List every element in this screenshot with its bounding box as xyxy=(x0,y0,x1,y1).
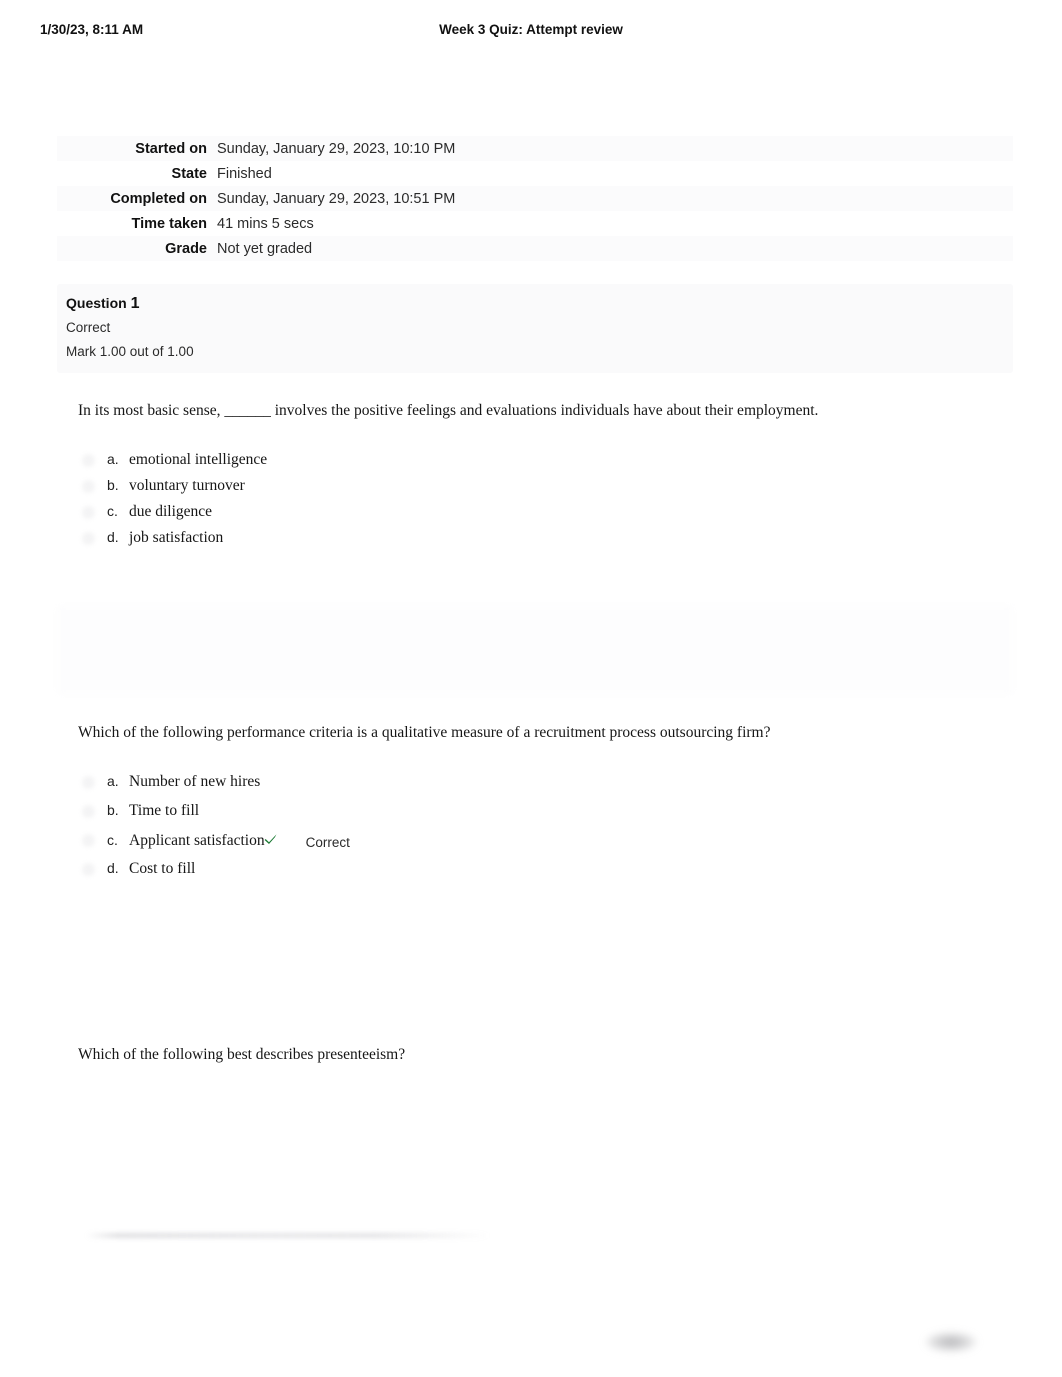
option-label: Number of new hires xyxy=(129,773,261,790)
option-letter: b. xyxy=(107,802,119,818)
option-letter: d. xyxy=(107,529,119,545)
option-letter: a. xyxy=(107,451,119,467)
question-1-option-b[interactable]: b. voluntary turnover xyxy=(78,477,978,503)
question-1-info-card: Question 1 Correct Mark 1.00 out of 1.00 xyxy=(57,284,1013,373)
question-1-option-a[interactable]: a. emotional intelligence xyxy=(78,451,978,477)
radio-button-icon[interactable] xyxy=(82,532,95,545)
option-label: emotional intelligence xyxy=(129,451,268,468)
question-1-label: Question xyxy=(66,295,127,311)
question-2-options: a. Number of new hires b. Time to fill c… xyxy=(78,773,978,889)
summary-label-completed-on: Completed on xyxy=(110,190,207,207)
question-1-option-d[interactable]: d. job satisfaction xyxy=(78,529,978,555)
table-row: Completed on Sunday, January 29, 2023, 1… xyxy=(57,186,1013,211)
radio-button-icon[interactable] xyxy=(82,805,95,818)
summary-value-time-taken: 41 mins 5 secs xyxy=(217,215,314,232)
summary-value-state: Finished xyxy=(217,165,272,182)
print-header: 1/30/23, 8:11 AM Week 3 Quiz: Attempt re… xyxy=(0,22,1062,44)
radio-button-icon[interactable] xyxy=(82,506,95,519)
question-2-stem: Which of the following performance crite… xyxy=(78,724,771,741)
option-label: Cost to fill xyxy=(129,860,196,877)
attempt-summary-table: Started on Sunday, January 29, 2023, 10:… xyxy=(57,136,1013,261)
correct-check-icon xyxy=(264,832,278,850)
question-2-option-c[interactable]: c. Applicant satisfaction Correct xyxy=(78,831,978,860)
question-2-option-d[interactable]: d. Cost to fill xyxy=(78,860,978,889)
summary-label-started-on: Started on xyxy=(135,140,207,157)
radio-button-icon[interactable] xyxy=(82,834,95,847)
question-1-body: In its most basic sense, ______ involves… xyxy=(78,401,978,555)
question-1-stem: In its most basic sense, ______ involves… xyxy=(78,402,819,419)
table-row: Started on Sunday, January 29, 2023, 10:… xyxy=(57,136,1013,161)
question-1-number-line: Question 1 xyxy=(66,294,1013,313)
question-2-option-b[interactable]: b. Time to fill xyxy=(78,802,978,831)
table-row: State Finished xyxy=(57,161,1013,186)
summary-value-grade: Not yet graded xyxy=(217,240,313,257)
print-header-title: Week 3 Quiz: Attempt review xyxy=(439,22,623,37)
summary-value-completed-on: Sunday, January 29, 2023, 10:51 PM xyxy=(217,190,456,207)
option-letter: c. xyxy=(107,832,118,848)
option-label: job satisfaction xyxy=(129,529,224,546)
question-3-body: Which of the following best describes pr… xyxy=(78,1045,978,1065)
attempt-summary-card: Started on Sunday, January 29, 2023, 10:… xyxy=(57,136,1013,261)
question-2-option-a[interactable]: a. Number of new hires xyxy=(78,773,978,802)
footer-divider xyxy=(86,1233,490,1238)
radio-button-icon[interactable] xyxy=(82,776,95,789)
summary-label-grade: Grade xyxy=(165,240,207,257)
question-1-number: 1 xyxy=(130,295,140,312)
question-2-info-card xyxy=(57,606,1013,694)
question-1-options: a. emotional intelligence b. voluntary t… xyxy=(78,451,978,555)
question-1-state: Correct xyxy=(66,320,111,335)
radio-button-icon[interactable] xyxy=(82,454,95,467)
option-letter: b. xyxy=(107,477,119,493)
summary-value-started-on: Sunday, January 29, 2023, 10:10 PM xyxy=(217,140,456,157)
table-row: Grade Not yet graded xyxy=(57,236,1013,261)
option-label: due diligence xyxy=(129,503,213,520)
option-letter: a. xyxy=(107,773,119,789)
table-row: Time taken 41 mins 5 secs xyxy=(57,211,1013,236)
option-feedback: Correct xyxy=(305,835,350,850)
summary-label-time-taken: Time taken xyxy=(131,215,208,232)
radio-button-icon[interactable] xyxy=(82,863,95,876)
option-letter: d. xyxy=(107,860,119,876)
footer-page-number xyxy=(925,1332,977,1352)
summary-label-state: State xyxy=(171,165,207,182)
radio-button-icon[interactable] xyxy=(82,480,95,493)
question-2-body: Which of the following performance crite… xyxy=(78,723,978,889)
option-letter: c. xyxy=(107,503,118,519)
option-label: Time to fill xyxy=(129,802,200,819)
question-1-mark: Mark 1.00 out of 1.00 xyxy=(66,344,194,359)
option-label: voluntary turnover xyxy=(129,477,245,494)
option-label: Applicant satisfaction xyxy=(129,832,265,849)
question-3-stem: Which of the following best describes pr… xyxy=(78,1046,406,1063)
question-1-option-c[interactable]: c. due diligence xyxy=(78,503,978,529)
